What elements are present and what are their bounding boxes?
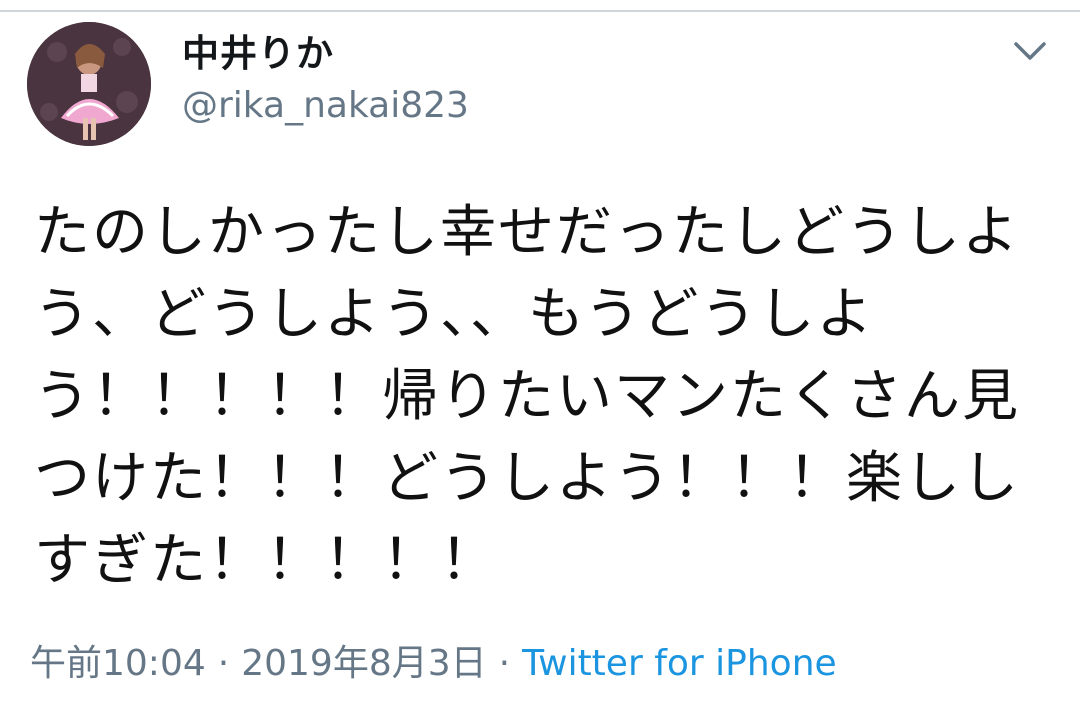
user-info[interactable]: 中井りか @rika_nakai823	[182, 30, 469, 128]
separator-dot: ·	[217, 643, 230, 684]
avatar-photo-icon	[27, 22, 151, 146]
avatar[interactable]	[27, 22, 151, 146]
chevron-down-icon	[1014, 42, 1046, 60]
tweet-date[interactable]: 2019年8月3日	[241, 643, 486, 684]
tweet-card: 中井りか @rika_nakai823 たのしかったし幸せだったしどうしよう、ど…	[0, 12, 1080, 726]
tweet-metadata: 午前10:04 · 2019年8月3日 · Twitter for iPhone	[30, 640, 837, 688]
more-options-button[interactable]	[1008, 34, 1052, 70]
tweet-text: たのしかったし幸せだったしどうしよう、どうしよう、、もうどうしよう！！！！！帰り…	[34, 200, 1020, 593]
display-name[interactable]: 中井りか	[182, 30, 469, 78]
tweet-source-link[interactable]: Twitter for iPhone	[522, 643, 837, 684]
tweet-time[interactable]: 午前10:04	[30, 643, 206, 684]
user-handle[interactable]: @rika_nakai823	[182, 84, 469, 128]
separator-dot: ·	[498, 643, 511, 684]
